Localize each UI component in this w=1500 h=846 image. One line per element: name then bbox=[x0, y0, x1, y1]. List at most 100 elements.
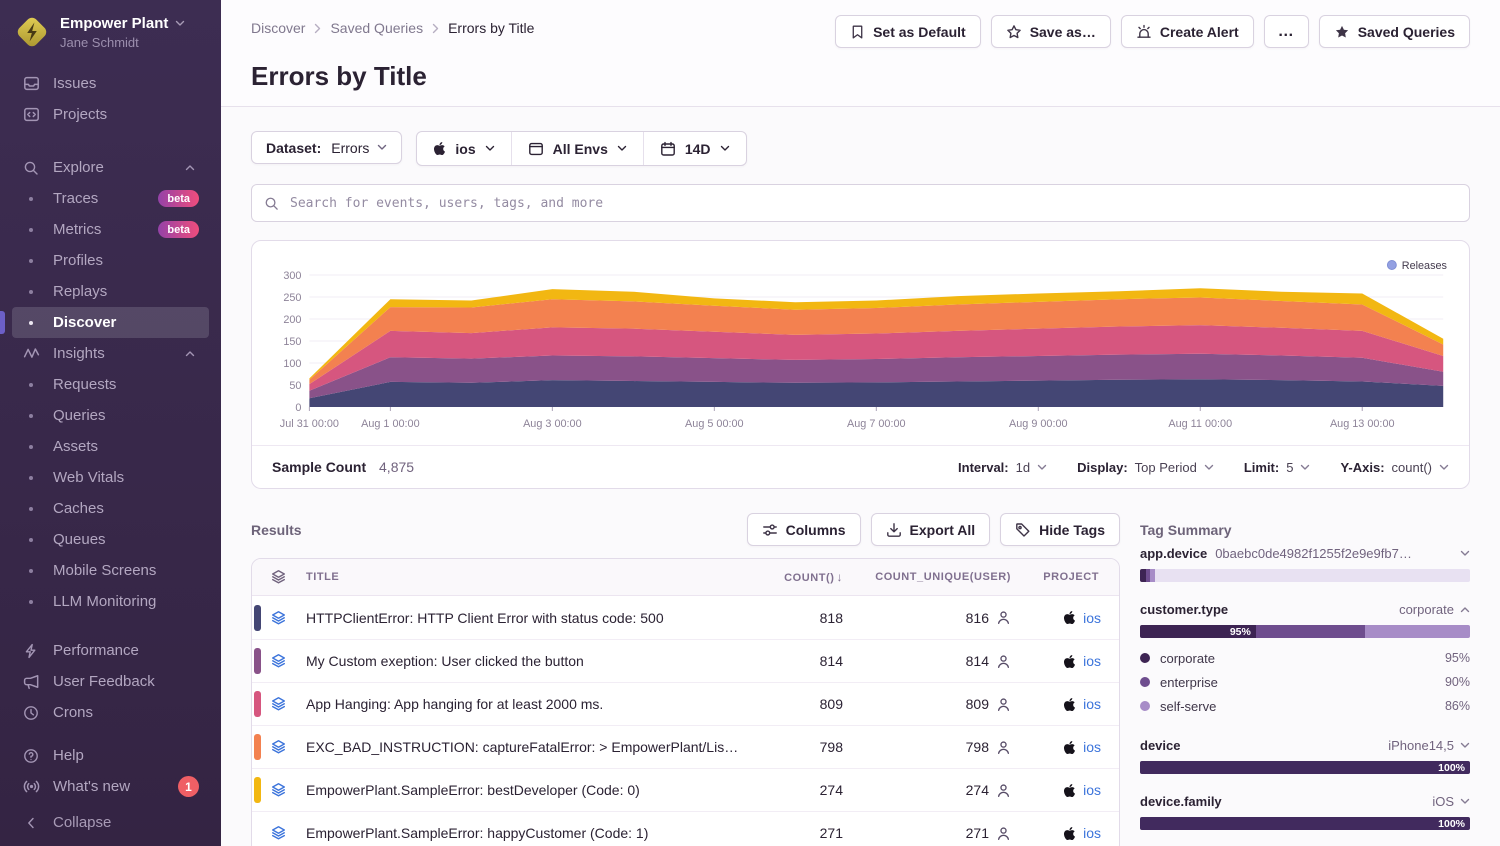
columns-button[interactable]: Columns bbox=[747, 513, 861, 546]
collapse-button[interactable]: Collapse bbox=[12, 804, 209, 846]
set-as-default-button[interactable]: Set as Default bbox=[835, 15, 981, 48]
sidebar-item-performance[interactable]: Performance bbox=[12, 635, 209, 666]
tag-distribution-bar: 100% bbox=[1140, 761, 1470, 774]
bullet-icon bbox=[22, 414, 40, 418]
event-title[interactable]: My Custom exeption: User clicked the but… bbox=[306, 653, 751, 669]
search-input[interactable] bbox=[288, 195, 1457, 212]
create-alert-button[interactable]: Create Alert bbox=[1121, 15, 1254, 48]
event-title[interactable]: EmpowerPlant.SampleError: bestDeveloper … bbox=[306, 782, 751, 798]
column-count-unique[interactable]: COUNT_UNIQUE(USER) bbox=[843, 571, 1011, 583]
org-switcher[interactable]: Empower Plant Jane Schmidt bbox=[12, 0, 209, 58]
chart-controls: Interval:1d Display:Top Period Limit:5 Y-Ax… bbox=[958, 460, 1449, 475]
apple-icon bbox=[433, 141, 446, 156]
chevron-up-icon bbox=[181, 350, 199, 357]
svg-text:Aug 5 00:00: Aug 5 00:00 bbox=[685, 418, 744, 430]
count-unique-value: 274 bbox=[966, 782, 989, 798]
stack-icon bbox=[270, 739, 287, 755]
event-title[interactable]: EXC_BAD_INSTRUCTION: captureFatalError: … bbox=[306, 739, 751, 755]
column-project[interactable]: PROJECT bbox=[1011, 571, 1119, 583]
breadcrumb-discover[interactable]: Discover bbox=[251, 20, 305, 36]
sidebar-item-requests[interactable]: Requests bbox=[12, 369, 209, 400]
table-row[interactable]: App Hanging: App hanging for at least 20… bbox=[252, 682, 1119, 725]
table-row[interactable]: My Custom exeption: User clicked the but… bbox=[252, 639, 1119, 682]
svg-text:Aug 7 00:00: Aug 7 00:00 bbox=[847, 418, 906, 430]
event-title[interactable]: EmpowerPlant.SampleError: happyCustomer … bbox=[306, 825, 751, 841]
chevron-up-icon bbox=[181, 164, 199, 171]
dataset-filter[interactable]: Dataset: Errors bbox=[251, 131, 402, 164]
project-link[interactable]: ios bbox=[1083, 782, 1101, 798]
project-link[interactable]: ios bbox=[1083, 610, 1101, 626]
window-icon bbox=[528, 141, 544, 157]
project-filter[interactable]: ios bbox=[417, 132, 510, 165]
sidebar-item-replays[interactable]: Replays bbox=[12, 276, 209, 307]
sidebar-item-what-s-new[interactable]: What's new1 bbox=[12, 771, 209, 802]
sidebar-item-help[interactable]: Help bbox=[12, 740, 209, 771]
project-link[interactable]: ios bbox=[1083, 696, 1101, 712]
sidebar-item-queues[interactable]: Queues bbox=[12, 524, 209, 555]
sidebar-item-issues[interactable]: Issues bbox=[12, 68, 209, 99]
environment-filter[interactable]: All Envs bbox=[511, 132, 643, 165]
dataset-label: Dataset: bbox=[266, 140, 321, 156]
interval-dropdown[interactable]: Interval:1d bbox=[958, 460, 1047, 475]
export-all-button[interactable]: Export All bbox=[871, 513, 991, 546]
table-row[interactable]: EmpowerPlant.SampleError: happyCustomer … bbox=[252, 811, 1119, 846]
sample-count-label: Sample Count bbox=[272, 459, 366, 475]
svg-text:0: 0 bbox=[295, 402, 301, 414]
tag-value-dropdown[interactable]: corporate bbox=[1399, 602, 1470, 617]
sample-count-value: 4,875 bbox=[379, 459, 414, 475]
chevron-right-icon bbox=[314, 23, 321, 34]
column-title[interactable]: TITLE bbox=[306, 571, 751, 583]
tag-value-dropdown[interactable]: iPhone14,5 bbox=[1388, 738, 1470, 753]
sidebar-item-queries[interactable]: Queries bbox=[12, 400, 209, 431]
project-link[interactable]: ios bbox=[1083, 739, 1101, 755]
releases-legend[interactable]: Releases bbox=[1387, 260, 1447, 272]
chevron-down-icon bbox=[720, 145, 730, 152]
save-as-button[interactable]: Save as… bbox=[991, 15, 1111, 48]
tag-summary-panel: Tag Summary app.device0baebc0de4982f1255… bbox=[1140, 513, 1470, 846]
clock-icon bbox=[22, 705, 40, 721]
table-row[interactable]: HTTPClientError: HTTP Client Error with … bbox=[252, 596, 1119, 639]
display-dropdown[interactable]: Display:Top Period bbox=[1077, 460, 1214, 475]
hide-tags-button[interactable]: Hide Tags bbox=[1000, 513, 1120, 546]
breadcrumb-saved-queries[interactable]: Saved Queries bbox=[330, 20, 423, 36]
sidebar-item-user-feedback[interactable]: User Feedback bbox=[12, 666, 209, 697]
sidebar-item-web-vitals[interactable]: Web Vitals bbox=[12, 462, 209, 493]
insights-icon bbox=[22, 345, 40, 362]
sidebar-item-profiles[interactable]: Profiles bbox=[12, 245, 209, 276]
sidebar-group-insights[interactable]: Insights bbox=[12, 338, 209, 369]
column-count[interactable]: COUNT()↓ bbox=[751, 570, 843, 584]
star-icon bbox=[1006, 24, 1022, 40]
event-title[interactable]: HTTPClientError: HTTP Client Error with … bbox=[306, 610, 751, 626]
date-range-filter[interactable]: 14D bbox=[643, 132, 746, 165]
org-logo-icon bbox=[14, 14, 50, 50]
limit-dropdown[interactable]: Limit:5 bbox=[1244, 460, 1311, 475]
sample-count: Sample Count 4,875 bbox=[272, 459, 414, 475]
sidebar-item-traces[interactable]: Tracesbeta bbox=[12, 183, 209, 214]
project-link[interactable]: ios bbox=[1083, 653, 1101, 669]
sidebar-item-metrics[interactable]: Metricsbeta bbox=[12, 214, 209, 245]
bullet-icon bbox=[22, 600, 40, 604]
y-axis-dropdown[interactable]: Y-Axis:count() bbox=[1340, 460, 1449, 475]
svg-text:Releases: Releases bbox=[1402, 260, 1448, 272]
bullet-icon bbox=[22, 476, 40, 480]
sidebar-item-caches[interactable]: Caches bbox=[12, 493, 209, 524]
count-unique-value: 271 bbox=[966, 825, 989, 841]
saved-queries-button[interactable]: Saved Queries bbox=[1319, 15, 1470, 48]
sidebar-item-discover[interactable]: Discover bbox=[12, 307, 209, 338]
table-row[interactable]: EXC_BAD_INSTRUCTION: captureFatalError: … bbox=[252, 725, 1119, 768]
project-link[interactable]: ios bbox=[1083, 825, 1101, 841]
more-options-button[interactable]: … bbox=[1264, 15, 1309, 48]
sidebar-group-explore[interactable]: Explore bbox=[12, 152, 209, 183]
series-color-pill bbox=[254, 734, 261, 760]
sidebar-item-projects[interactable]: Projects bbox=[12, 99, 209, 130]
tag-value-dropdown[interactable]: iOS bbox=[1432, 794, 1470, 809]
tag-legend-row: self-serve86% bbox=[1140, 694, 1470, 718]
sidebar-item-assets[interactable]: Assets bbox=[12, 431, 209, 462]
table-row[interactable]: EmpowerPlant.SampleError: bestDeveloper … bbox=[252, 768, 1119, 811]
sidebar-item-llm-monitoring[interactable]: LLM Monitoring bbox=[12, 586, 209, 617]
person-icon bbox=[996, 826, 1011, 841]
sidebar-item-mobile-screens[interactable]: Mobile Screens bbox=[12, 555, 209, 586]
sidebar-item-crons[interactable]: Crons bbox=[12, 697, 209, 728]
event-title[interactable]: App Hanging: App hanging for at least 20… bbox=[306, 696, 751, 712]
tag-value-dropdown[interactable]: 0baebc0de4982f1255f2e9e9fb7… bbox=[1215, 546, 1470, 561]
